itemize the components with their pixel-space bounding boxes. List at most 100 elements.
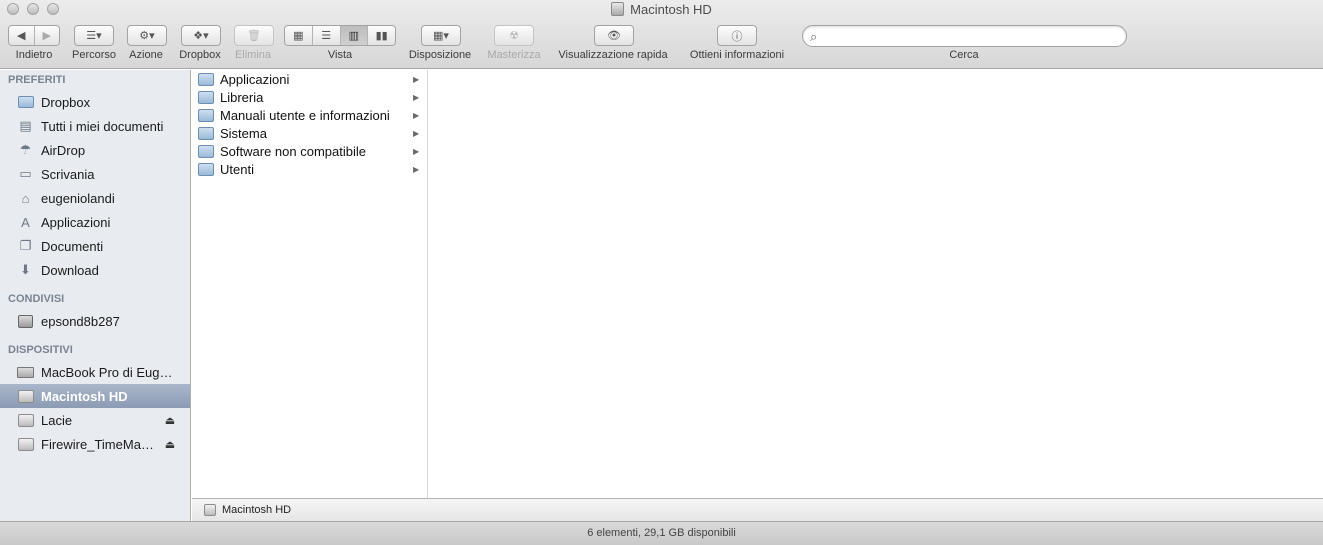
search-label: Cerca [949, 49, 979, 61]
sidebar-item-macintosh-hd[interactable]: Macintosh HD [0, 384, 190, 408]
sidebar-item-label: Macintosh HD [41, 388, 128, 404]
sidebar: PREFERITI Dropbox ▤ Tutti i miei documen… [0, 70, 191, 521]
sidebar-item-macbook[interactable]: MacBook Pro di Eug… [0, 360, 190, 384]
info-icon: ⓘ [731, 30, 743, 43]
list-item-label: Manuali utente e informazioni [220, 107, 390, 123]
list-item[interactable]: Sistema ▶ [192, 124, 427, 142]
drive-icon [17, 412, 34, 428]
sidebar-item-lacie[interactable]: Lacie ⏏ [0, 408, 190, 432]
back-arrow-icon[interactable]: ◀ [9, 26, 35, 45]
sidebar-item-label: Dropbox [41, 94, 91, 110]
list-item[interactable]: Applicazioni ▶ [192, 70, 427, 88]
quicklook-button[interactable]: 👁 [594, 25, 634, 46]
sidebar-item-airdrop[interactable]: ☂ AirDrop [0, 138, 190, 162]
disclosure-arrow-icon: ▶ [413, 74, 420, 84]
dropbox-button[interactable]: ❖▾ [181, 25, 221, 46]
sidebar-item-label: epsond8b287 [41, 313, 120, 329]
sidebar-item-label: Lacie [41, 412, 73, 428]
toolbar: Macintosh HD ◀ ▶ Indietro ☰▾ Percorso ⚙▾… [0, 0, 1323, 69]
list-item[interactable]: Libreria ▶ [192, 88, 427, 106]
home-icon: ⌂ [21, 190, 30, 206]
arrange-label: Disposizione [408, 49, 472, 61]
list-item-label: Sistema [220, 125, 267, 141]
action-label: Azione [129, 49, 163, 61]
list-item[interactable]: Utenti ▶ [192, 160, 427, 178]
airdrop-icon: ☂ [19, 142, 32, 157]
action-button[interactable]: ⚙▾ [127, 25, 167, 46]
coverflow-view-icon[interactable]: ▮▮ [368, 26, 395, 45]
sidebar-item-label: Documenti [41, 238, 104, 254]
sidebar-item-label: Tutti i miei documenti [41, 118, 164, 134]
eye-icon: 👁 [607, 30, 621, 42]
delete-label: Elimina [234, 49, 272, 61]
list-item[interactable]: Manuali utente e informazioni ▶ [192, 106, 427, 124]
column-root: Applicazioni ▶ Libreria ▶ Manuali utente… [192, 70, 428, 498]
arrange-button[interactable]: ▦▾ [421, 25, 461, 46]
window-title-text: Macintosh HD [630, 2, 712, 17]
sidebar-item-epson[interactable]: epsond8b287 [0, 309, 190, 333]
trash-icon: 🗑 [247, 30, 261, 42]
get-info-button[interactable]: ⓘ [717, 25, 757, 46]
path-label: Percorso [71, 49, 117, 61]
burn-button[interactable]: ☢ [494, 25, 534, 46]
sidebar-item-label: AirDrop [41, 142, 86, 158]
users-folder-icon [198, 162, 214, 176]
timemachine-drive-icon [17, 436, 34, 452]
disclosure-arrow-icon: ▶ [413, 164, 420, 174]
back-label: Indietro [15, 49, 53, 61]
all-documents-icon: ▤ [19, 118, 32, 133]
sidebar-item-home[interactable]: ⌂ eugeniolandi [0, 186, 190, 210]
list-view-icon[interactable]: ☰ [312, 26, 341, 45]
status-bar: 6 elementi, 29,1 GB disponibili [0, 521, 1323, 545]
hard-drive-icon [204, 504, 216, 516]
dropbox-icon: ❖▾ [193, 30, 209, 42]
sidebar-item-desktop[interactable]: ▭ Scrivania [0, 162, 190, 186]
icon-view-icon[interactable]: ▦ [285, 26, 313, 45]
eject-icon[interactable]: ⏏ [160, 414, 180, 427]
sidebar-item-applications[interactable]: A Applicazioni [0, 210, 190, 234]
hard-drive-icon [611, 2, 625, 16]
disclosure-arrow-icon: ▶ [413, 110, 420, 120]
sidebar-item-documents[interactable]: ❐ Documenti [0, 234, 190, 258]
desktop-icon: ▭ [19, 166, 32, 181]
sidebar-item-dropbox[interactable]: Dropbox [0, 90, 190, 114]
sidebar-item-label: Applicazioni [41, 214, 111, 230]
gear-icon: ⚙▾ [139, 30, 155, 42]
sidebar-item-label: Scrivania [41, 166, 95, 182]
status-text: 6 elementi, 29,1 GB disponibili [587, 527, 736, 539]
laptop-icon [17, 364, 34, 380]
sidebar-item-label: Download [41, 262, 99, 278]
eject-icon[interactable]: ⏏ [160, 438, 180, 451]
list-item-label: Software non compatibile [220, 143, 366, 159]
alias-folder-icon [198, 108, 214, 122]
network-monitor-icon [17, 313, 34, 329]
system-folder-icon [198, 126, 214, 140]
back-forward-group: ◀ ▶ [8, 25, 60, 46]
list-item-label: Libreria [220, 89, 264, 105]
sidebar-item-all-documents[interactable]: ▤ Tutti i miei documenti [0, 114, 190, 138]
list-item[interactable]: Software non compatibile ▶ [192, 142, 427, 160]
library-folder-icon [198, 90, 214, 104]
search-input[interactable] [827, 28, 1117, 44]
window-title: Macintosh HD [0, 2, 1323, 17]
path-button[interactable]: ☰▾ [74, 25, 114, 46]
path-bar-item[interactable]: Macintosh HD [222, 504, 291, 516]
forward-arrow-icon[interactable]: ▶ [34, 26, 59, 45]
sidebar-item-download[interactable]: ⬇ Download [0, 258, 190, 282]
sidebar-item-firewire-timemachine[interactable]: Firewire_TimeMa… ⏏ [0, 432, 190, 456]
disclosure-arrow-icon: ▶ [413, 146, 420, 156]
documents-icon: ❐ [19, 238, 32, 253]
delete-button[interactable]: 🗑 [234, 25, 274, 46]
drive-icon [17, 388, 34, 404]
arrange-grid-icon: ▦▾ [433, 30, 449, 42]
search-field[interactable]: ⌕ [802, 25, 1127, 47]
applications-icon: A [21, 214, 30, 230]
list-item-label: Utenti [220, 161, 254, 177]
list-item-label: Applicazioni [220, 71, 290, 87]
view-label: Vista [327, 49, 353, 61]
quicklook-label: Visualizzazione rapida [558, 49, 668, 61]
disclosure-arrow-icon: ▶ [413, 128, 420, 138]
dropbox-label: Dropbox [179, 49, 221, 61]
column-view-icon[interactable]: ▥ [340, 26, 369, 45]
disclosure-arrow-icon: ▶ [413, 92, 420, 102]
